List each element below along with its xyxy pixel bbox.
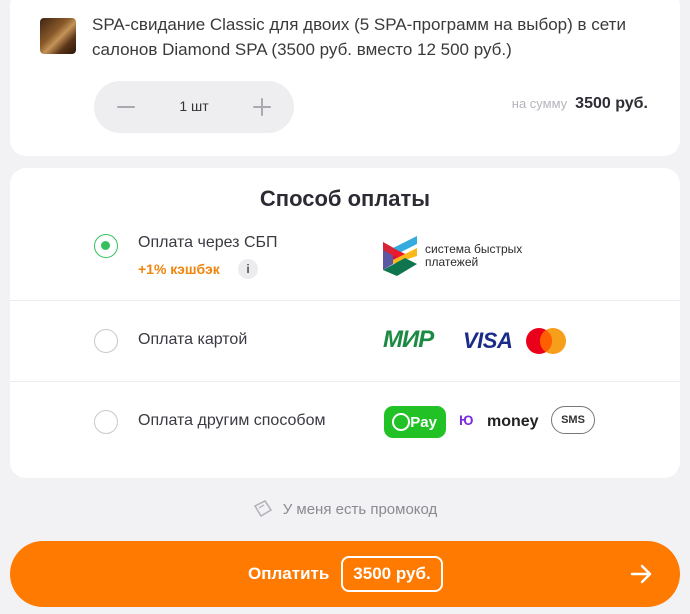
radio-other[interactable] [94, 410, 118, 434]
info-icon[interactable]: i [238, 259, 258, 279]
payment-option-card[interactable]: Оплата картой МИР VISA [10, 301, 680, 381]
pay-button-amount: 3500 руб. [341, 556, 443, 592]
sber-pay-logo: Pay [384, 406, 446, 438]
payment-method-card: Способ оплаты Оплата через СБП +1% кэшбэ… [10, 168, 680, 478]
sbp-logo-icon [383, 236, 417, 276]
sbp-logo-text-line2: платежей [425, 255, 479, 269]
mir-logo: МИР [383, 326, 434, 353]
pay-button-label: Оплатить [248, 564, 330, 583]
pay-badge-text: Pay [410, 413, 437, 431]
quantity-stepper: 1 шт [94, 81, 294, 133]
pay-button[interactable]: Оплатить 3500 руб. [10, 541, 680, 607]
order-sum: на сумму 3500 руб. [512, 95, 648, 113]
plus-icon [253, 98, 271, 116]
checkmark-icon [392, 413, 410, 431]
option-label-sbp: Оплата через СБП [138, 234, 278, 251]
yoomoney-logo: Ю [459, 412, 474, 428]
product-title: SPA-свидание Classic для двоих (5 SPA-пр… [92, 15, 626, 59]
sms-badge: SMS [551, 406, 595, 434]
option-label-other: Оплата другим способом [138, 412, 326, 429]
radio-sbp[interactable] [94, 234, 118, 258]
mastercard-icon [526, 328, 566, 354]
radio-card[interactable] [94, 329, 118, 353]
promo-code-link[interactable]: У меня есть промокод [0, 500, 690, 518]
payment-option-sbp[interactable]: Оплата через СБП +1% кэшбэк i система бы… [10, 224, 680, 300]
visa-logo: VISA [463, 328, 513, 353]
sum-value: 3500 руб. [575, 95, 648, 112]
product-thumbnail [40, 18, 76, 54]
option-label-card: Оплата картой [138, 331, 248, 348]
promo-code-label: У меня есть промокод [282, 500, 438, 518]
arrow-right-icon [630, 564, 652, 584]
sum-label: на сумму [511, 96, 568, 111]
payment-option-other[interactable]: Оплата другим способом Pay Ю money SMS [10, 382, 680, 462]
yoomoney-text: money [487, 413, 539, 430]
payment-method-title: Способ оплаты [259, 186, 431, 211]
order-card: SPA-свидание Classic для двоих (5 SPA-пр… [10, 0, 680, 156]
ticket-icon [253, 500, 272, 518]
increase-quantity-button[interactable] [236, 81, 288, 133]
cashback-label: +1% кэшбэк [138, 261, 220, 277]
